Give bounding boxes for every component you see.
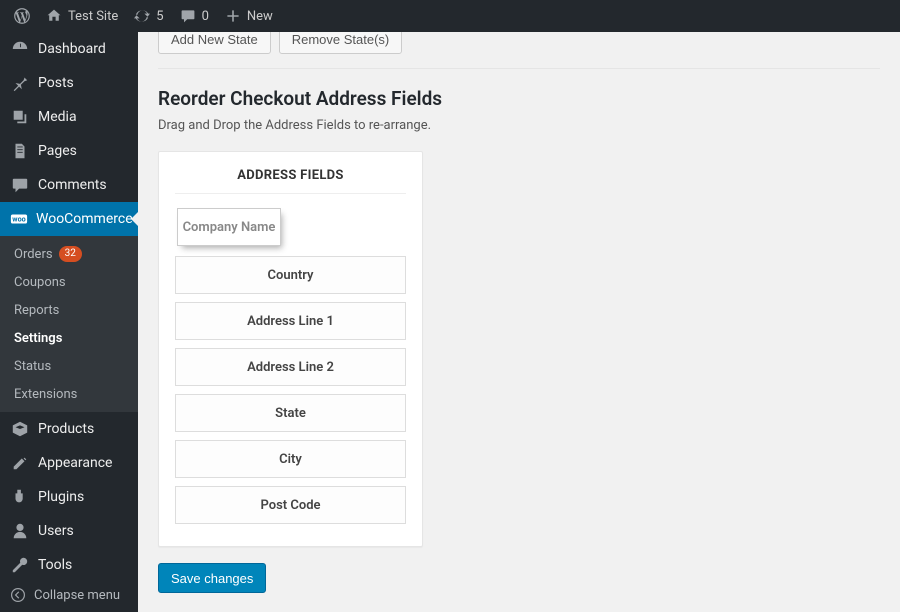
submenu-coupons[interactable]: Coupons [0, 268, 138, 296]
collapse-icon [10, 587, 26, 603]
remove-states-button[interactable]: Remove State(s) [279, 32, 403, 54]
sidebar-item-label: Coupons [14, 275, 66, 290]
address-field-address-line-1[interactable]: Address Line 1 [175, 302, 406, 340]
address-field-company-name[interactable]: Company Name [177, 208, 281, 246]
sidebar-item-media[interactable]: Media [0, 100, 138, 134]
admin-bar: Test Site 5 0 New [0, 0, 900, 32]
site-home-link[interactable]: Test Site [38, 0, 126, 32]
orders-badge: 32 [59, 246, 82, 262]
sidebar-item-label: Media [38, 109, 77, 125]
woocommerce-submenu: Orders 32 Coupons Reports Settings Statu… [0, 236, 138, 412]
appearance-icon [10, 453, 30, 473]
woocommerce-icon: woo [10, 209, 28, 229]
card-title: ADDRESS FIELDS [175, 168, 406, 183]
users-icon [10, 521, 30, 541]
comment-count: 0 [202, 9, 209, 24]
wp-logo[interactable] [6, 0, 38, 32]
home-icon [46, 8, 62, 24]
sidebar-item-label: Products [38, 421, 94, 437]
address-field-address-line-2[interactable]: Address Line 2 [175, 348, 406, 386]
sidebar-item-label: Pages [38, 143, 77, 159]
sidebar-item-posts[interactable]: Posts [0, 66, 138, 100]
comments-link[interactable]: 0 [172, 0, 217, 32]
sidebar-item-label: Status [14, 359, 51, 374]
state-buttons-row: Add New State Remove State(s) [138, 32, 900, 60]
sidebar-item-label: Extensions [14, 387, 77, 402]
sidebar-item-comments[interactable]: Comments [0, 168, 138, 202]
site-title: Test Site [68, 9, 118, 24]
submenu-reports[interactable]: Reports [0, 296, 138, 324]
pages-icon [10, 141, 30, 161]
pin-icon [10, 73, 30, 93]
address-field-post-code[interactable]: Post Code [175, 486, 406, 524]
sidebar-item-label: Plugins [38, 489, 84, 505]
updates-link[interactable]: 5 [126, 0, 171, 32]
address-field-city[interactable]: City [175, 440, 406, 478]
collapse-menu[interactable]: Collapse menu [0, 578, 138, 612]
collapse-label: Collapse menu [34, 588, 120, 603]
dashboard-icon [10, 39, 30, 59]
submenu-settings[interactable]: Settings [0, 324, 138, 352]
sidebar-item-pages[interactable]: Pages [0, 134, 138, 168]
card-divider [175, 193, 406, 194]
sidebar-item-label: Users [38, 523, 74, 539]
sidebar-item-woocommerce[interactable]: woo WooCommerce [0, 202, 138, 236]
sidebar-item-label: Tools [38, 557, 72, 573]
address-field-state[interactable]: State [175, 394, 406, 432]
update-count: 5 [156, 9, 163, 24]
section-divider [158, 68, 880, 69]
sidebar-item-label: Settings [14, 331, 62, 346]
address-field-country[interactable]: Country [175, 256, 406, 294]
sidebar-item-label: Dashboard [38, 41, 106, 57]
sidebar-item-label: Appearance [38, 455, 112, 471]
comment-icon [10, 175, 30, 195]
svg-text:woo: woo [12, 215, 25, 224]
add-new-state-button[interactable]: Add New State [158, 32, 271, 54]
new-content-link[interactable]: New [217, 0, 281, 32]
refresh-icon [134, 8, 150, 24]
submenu-status[interactable]: Status [0, 352, 138, 380]
sidebar-item-label: Reports [14, 303, 59, 318]
sidebar-item-label: Posts [38, 75, 74, 91]
submenu-orders[interactable]: Orders 32 [0, 240, 138, 268]
products-icon [10, 419, 30, 439]
sidebar-item-appearance[interactable]: Appearance [0, 446, 138, 480]
tools-icon [10, 555, 30, 575]
sidebar-item-users[interactable]: Users [0, 514, 138, 548]
plugins-icon [10, 487, 30, 507]
sidebar-item-products[interactable]: Products [0, 412, 138, 446]
admin-sidebar: Dashboard Posts Media Pages Comments woo… [0, 32, 138, 612]
sidebar-item-dashboard[interactable]: Dashboard [0, 32, 138, 66]
comment-icon [180, 8, 196, 24]
submenu-extensions[interactable]: Extensions [0, 380, 138, 408]
sidebar-item-plugins[interactable]: Plugins [0, 480, 138, 514]
address-fields-card: ADDRESS FIELDS Company Name Country Addr… [158, 151, 423, 547]
save-changes-button[interactable]: Save changes [158, 563, 266, 593]
section-description: Drag and Drop the Address Fields to re-a… [158, 118, 880, 133]
sidebar-item-label: Orders [14, 247, 53, 262]
section-title: Reorder Checkout Address Fields [158, 87, 880, 110]
content-area: Add New State Remove State(s) Reorder Ch… [138, 32, 900, 612]
sidebar-item-label: Comments [38, 177, 107, 193]
sidebar-item-tools[interactable]: Tools [0, 548, 138, 582]
media-icon [10, 107, 30, 127]
wordpress-icon [14, 8, 30, 24]
plus-icon [225, 8, 241, 24]
sidebar-item-label: WooCommerce [36, 211, 133, 227]
new-label: New [247, 9, 273, 24]
